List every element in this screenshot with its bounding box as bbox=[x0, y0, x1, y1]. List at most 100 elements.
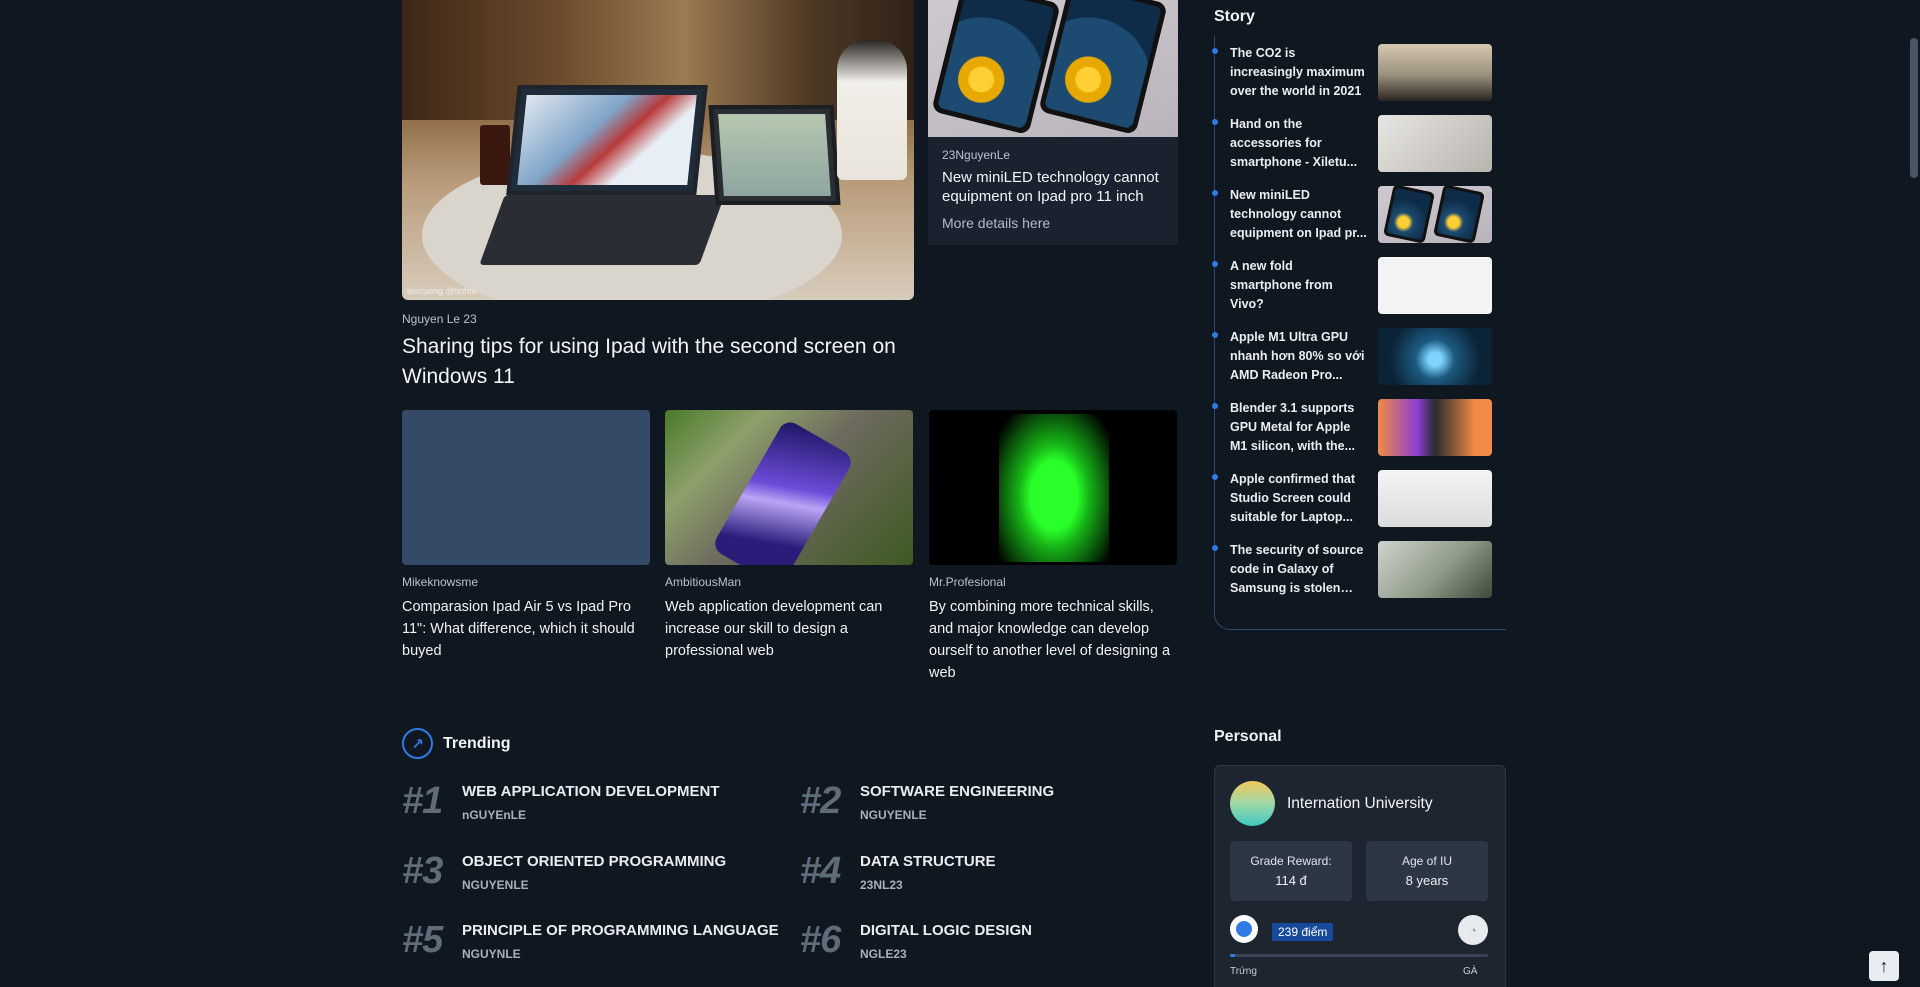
timeline-dot bbox=[1212, 119, 1218, 125]
level-end-label: GÀ bbox=[1463, 966, 1478, 977]
trending-name[interactable]: OBJECT ORIENTED PROGRAMMING bbox=[462, 853, 726, 870]
hero-title[interactable]: Sharing tips for using Ipad with the sec… bbox=[402, 332, 914, 392]
card-author[interactable]: Mikeknowsme bbox=[402, 575, 650, 589]
trending-author[interactable]: NGLE23 bbox=[860, 947, 907, 961]
article-card[interactable]: AmbitiousMan Web application development… bbox=[665, 410, 913, 662]
scrollbar-thumb[interactable] bbox=[1910, 38, 1918, 178]
grade-reward-value: 114 đ bbox=[1275, 873, 1307, 888]
age-box: Age of IU 8 years bbox=[1366, 841, 1488, 901]
card-author[interactable]: Mr.Profesional bbox=[929, 575, 1177, 589]
hero-article[interactable]: lexcuong @tinhte Nguyen Le 23 Sharing ti… bbox=[402, 0, 914, 388]
story-thumbnail[interactable] bbox=[1378, 115, 1492, 172]
trending-author[interactable]: NGUYENLE bbox=[462, 878, 529, 892]
card-image[interactable] bbox=[929, 410, 1177, 565]
hero-side-image[interactable] bbox=[928, 0, 1178, 137]
trending-name[interactable]: WEB APPLICATION DEVELOPMENT bbox=[462, 783, 720, 800]
trending-name[interactable]: PRINCIPLE OF PROGRAMMING LANGUAGE bbox=[462, 922, 779, 939]
timeline-dot bbox=[1212, 261, 1218, 267]
trending-item[interactable]: #6 DIGITAL LOGIC DESIGN NGLE23 bbox=[800, 917, 1180, 967]
timeline-dot bbox=[1212, 474, 1218, 480]
article-card[interactable]: Mr.Profesional By combining more technic… bbox=[929, 410, 1177, 684]
points-badge: 239 điểm bbox=[1272, 923, 1334, 941]
timeline-dot bbox=[1212, 48, 1218, 54]
grade-reward-label: Grade Reward: bbox=[1250, 854, 1332, 868]
story-text[interactable]: Apple confirmed that Studio Screen could… bbox=[1230, 470, 1367, 527]
story-item[interactable]: New miniLED technology cannot equipment … bbox=[1212, 178, 1507, 243]
timeline-dot bbox=[1212, 332, 1218, 338]
story-text[interactable]: The security of source code in Galaxy of… bbox=[1230, 541, 1367, 598]
story-item[interactable]: A new fold smartphone from Vivo? bbox=[1212, 249, 1507, 314]
trending-author[interactable]: 23NL23 bbox=[860, 878, 903, 892]
card-title[interactable]: By combining more technical skills, and … bbox=[929, 596, 1177, 684]
story-thumbnail[interactable] bbox=[1378, 44, 1492, 101]
level-progress-bar bbox=[1230, 954, 1488, 957]
story-text[interactable]: Hand on the accessories for smartphone -… bbox=[1230, 115, 1367, 172]
trending-rank: #6 bbox=[800, 919, 841, 961]
story-text[interactable]: New miniLED technology cannot equipment … bbox=[1230, 186, 1367, 243]
story-item[interactable]: Hand on the accessories for smartphone -… bbox=[1212, 107, 1507, 172]
trending-title: Trending bbox=[443, 734, 511, 752]
story-item[interactable]: Apple confirmed that Studio Screen could… bbox=[1212, 462, 1507, 527]
story-thumbnail[interactable] bbox=[1378, 541, 1492, 598]
story-thumbnail[interactable] bbox=[1378, 470, 1492, 527]
avatar[interactable] bbox=[1230, 781, 1275, 826]
trending-author[interactable]: NGUYNLE bbox=[462, 947, 521, 961]
card-author[interactable]: AmbitiousMan bbox=[665, 575, 913, 589]
hero-image[interactable]: lexcuong @tinhte bbox=[402, 0, 914, 300]
grade-reward-box: Grade Reward: 114 đ bbox=[1230, 841, 1352, 901]
card-image[interactable] bbox=[402, 410, 650, 565]
timeline-dot bbox=[1212, 403, 1218, 409]
story-text[interactable]: A new fold smartphone from Vivo? bbox=[1230, 257, 1367, 314]
profile-name[interactable]: Internation University bbox=[1287, 795, 1433, 813]
article-card[interactable]: Mikeknowsme Comparasion Ipad Air 5 vs Ip… bbox=[402, 410, 650, 662]
trending-rank: #4 bbox=[800, 850, 841, 892]
trending-name[interactable]: DIGITAL LOGIC DESIGN bbox=[860, 922, 1032, 939]
story-item[interactable]: Blender 3.1 supports GPU Metal for Apple… bbox=[1212, 391, 1507, 456]
trending-rank: #1 bbox=[402, 780, 443, 822]
story-item[interactable]: The CO2 is increasingly maximum over the… bbox=[1212, 36, 1507, 101]
hero-side-title[interactable]: New miniLED technology cannot equipment … bbox=[942, 168, 1164, 206]
age-label: Age of IU bbox=[1401, 854, 1453, 868]
card-title[interactable]: Comparasion Ipad Air 5 vs Ipad Pro 11": … bbox=[402, 596, 650, 662]
image-watermark: lexcuong @tinhte bbox=[407, 286, 477, 296]
arrow-up-icon[interactable]: ↑ bbox=[1869, 951, 1899, 981]
personal-title: Personal bbox=[1214, 728, 1282, 745]
hero-side-article[interactable]: 23NguyenLe New miniLED technology cannot… bbox=[928, 0, 1178, 245]
timeline-dot bbox=[1212, 190, 1218, 196]
story-thumbnail[interactable] bbox=[1378, 399, 1492, 456]
trending-up-icon: ↗ bbox=[402, 728, 433, 759]
hero-author[interactable]: Nguyen Le 23 bbox=[402, 312, 477, 326]
trending-header: ↗ Trending bbox=[402, 728, 511, 759]
story-text[interactable]: The CO2 is increasingly maximum over the… bbox=[1230, 44, 1367, 101]
story-thumbnail[interactable] bbox=[1378, 328, 1492, 385]
trending-item[interactable]: #4 DATA STRUCTURE 23NL23 bbox=[800, 848, 1180, 898]
story-text[interactable]: Blender 3.1 supports GPU Metal for Apple… bbox=[1230, 399, 1367, 456]
story-title: Story bbox=[1214, 8, 1255, 25]
age-value: 8 years bbox=[1405, 873, 1449, 888]
story-item[interactable]: The security of source code in Galaxy of… bbox=[1212, 533, 1507, 598]
timeline-dot bbox=[1212, 545, 1218, 551]
egg-level-icon bbox=[1230, 915, 1258, 943]
trending-name[interactable]: SOFTWARE ENGINEERING bbox=[860, 783, 1054, 800]
scrollbar-track[interactable] bbox=[1908, 0, 1920, 987]
story-item[interactable]: Apple M1 Ultra GPU nhanh hơn 80% so với … bbox=[1212, 320, 1507, 385]
trending-rank: #5 bbox=[402, 919, 443, 961]
card-title[interactable]: Web application development can increase… bbox=[665, 596, 913, 662]
personal-card: Internation University Grade Reward: 114… bbox=[1214, 765, 1506, 987]
hero-side-author[interactable]: 23NguyenLe bbox=[942, 148, 1164, 162]
story-list: The CO2 is increasingly maximum over the… bbox=[1212, 36, 1507, 630]
trending-item[interactable]: #5 PRINCIPLE OF PROGRAMMING LANGUAGE NGU… bbox=[402, 917, 782, 967]
trending-item[interactable]: #1 WEB APPLICATION DEVELOPMENT nGUYEnLE bbox=[402, 778, 782, 828]
more-details-link[interactable]: More details here bbox=[942, 215, 1164, 231]
trending-author[interactable]: NGUYENLE bbox=[860, 808, 927, 822]
story-thumbnail[interactable] bbox=[1378, 257, 1492, 314]
trending-item[interactable]: #2 SOFTWARE ENGINEERING NGUYENLE bbox=[800, 778, 1180, 828]
level-start-label: Trứng bbox=[1230, 966, 1257, 977]
trending-name[interactable]: DATA STRUCTURE bbox=[860, 853, 996, 870]
story-text[interactable]: Apple M1 Ultra GPU nhanh hơn 80% so với … bbox=[1230, 328, 1367, 385]
trending-author[interactable]: nGUYEnLE bbox=[462, 808, 526, 822]
story-thumbnail[interactable] bbox=[1378, 186, 1492, 243]
trending-rank: #2 bbox=[800, 780, 841, 822]
trending-item[interactable]: #3 OBJECT ORIENTED PROGRAMMING NGUYENLE bbox=[402, 848, 782, 898]
card-image[interactable] bbox=[665, 410, 913, 565]
